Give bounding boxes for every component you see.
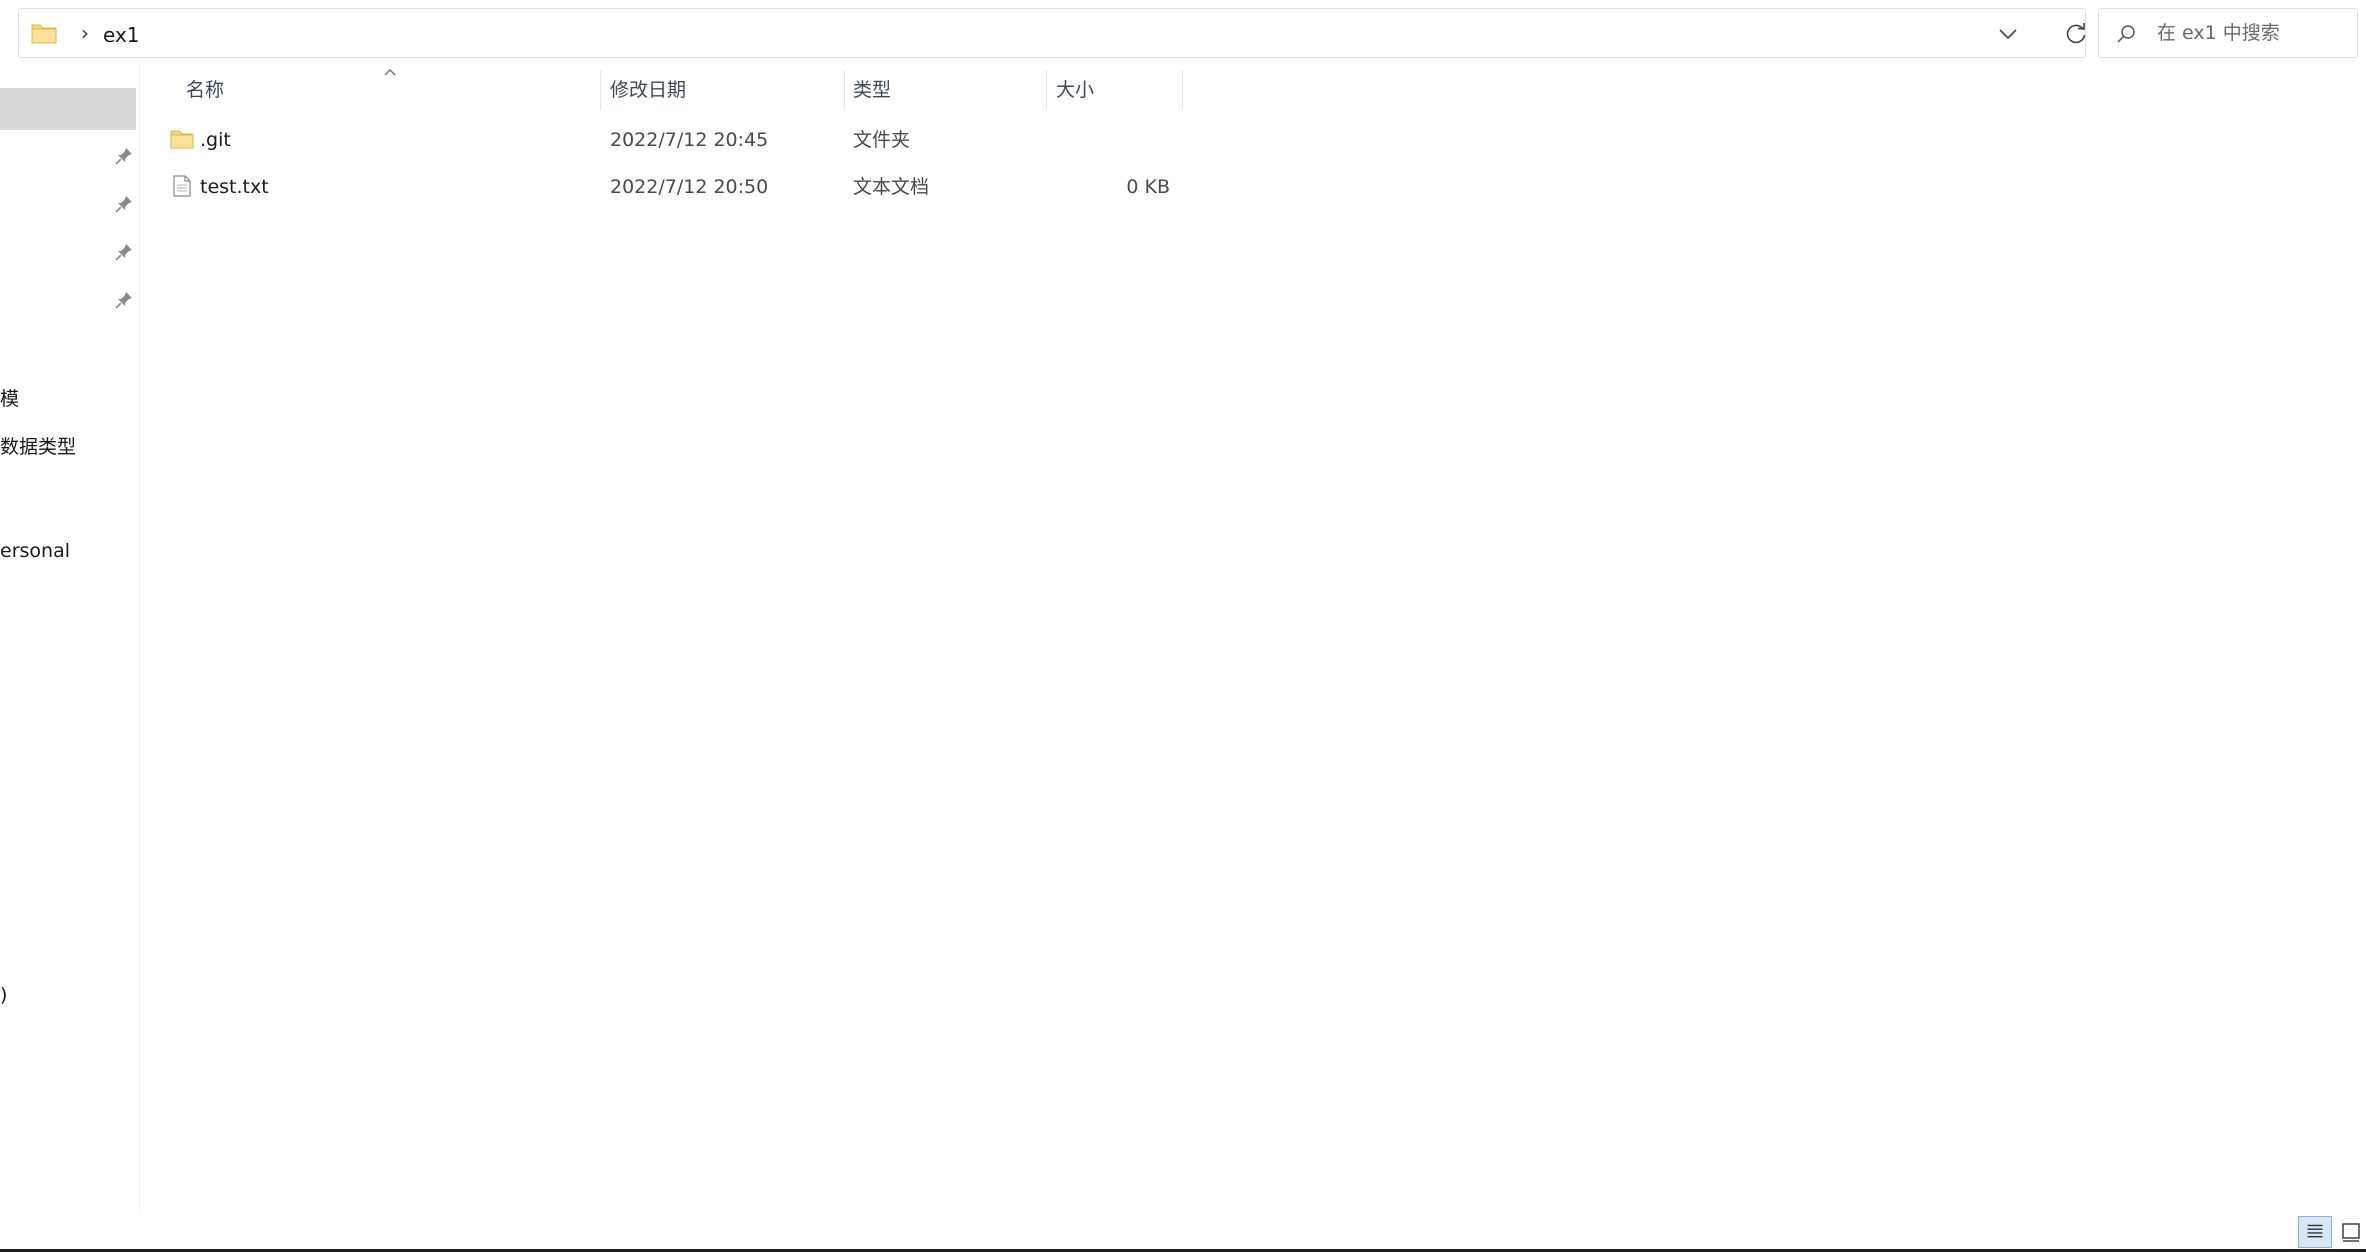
- column-header-modified[interactable]: 修改日期: [610, 66, 686, 114]
- folder-icon: [170, 130, 194, 149]
- details-view-icon: [2307, 1224, 2323, 1238]
- file-modified: 2022/7/12 20:50: [610, 176, 769, 198]
- details-view-button[interactable]: [2298, 1216, 2332, 1248]
- column-header-type[interactable]: 类型: [853, 66, 891, 114]
- folder-icon: [31, 24, 57, 44]
- column-divider[interactable]: [1182, 70, 1183, 110]
- nav-item-selected[interactable]: [0, 88, 136, 130]
- navigation-pane: 模 数据类型 ersonal ): [0, 64, 140, 1214]
- column-header-size[interactable]: 大小: [1056, 66, 1094, 114]
- search-input[interactable]: [2155, 17, 2351, 49]
- large-icons-view-button[interactable]: [2336, 1216, 2366, 1248]
- file-row[interactable]: test.txt 2022/7/12 20:50 文本文档 0 KB: [160, 165, 1180, 209]
- nav-item-label[interactable]: ersonal: [0, 540, 70, 562]
- pin-icon[interactable]: [114, 290, 134, 310]
- file-modified: 2022/7/12 20:45: [610, 129, 769, 151]
- chevron-down-icon[interactable]: [1997, 23, 2019, 45]
- sort-ascending-icon: [384, 69, 396, 76]
- text-file-icon: [173, 175, 191, 197]
- column-divider[interactable]: [1046, 70, 1047, 110]
- pin-icon[interactable]: [114, 242, 134, 262]
- file-name: test.txt: [200, 176, 269, 198]
- refresh-icon[interactable]: [2063, 21, 2089, 47]
- file-name: .git: [200, 129, 231, 151]
- top-bar: › ex1: [0, 0, 2366, 64]
- breadcrumb-item-ex1[interactable]: ex1: [103, 23, 140, 47]
- file-size: 0 KB: [1126, 176, 1170, 198]
- pin-icon[interactable]: [114, 146, 134, 166]
- column-divider[interactable]: [600, 70, 601, 110]
- breadcrumb-separator: ›: [81, 21, 89, 45]
- nav-item-label[interactable]: 模: [0, 384, 19, 411]
- file-type: 文件夹: [853, 129, 911, 151]
- nav-item-label[interactable]: 数据类型: [0, 432, 76, 459]
- address-bar[interactable]: › ex1: [18, 8, 2086, 58]
- file-row[interactable]: .git 2022/7/12 20:45 文件夹: [160, 118, 1180, 162]
- large-icons-view-icon: [2342, 1223, 2360, 1242]
- column-header-name[interactable]: 名称: [186, 66, 224, 114]
- file-type: 文本文档: [853, 176, 930, 198]
- nav-item-label[interactable]: ): [0, 984, 7, 1006]
- column-divider[interactable]: [844, 70, 845, 110]
- pin-icon[interactable]: [114, 194, 134, 214]
- search-box[interactable]: [2098, 8, 2358, 58]
- search-icon: [2117, 25, 2135, 43]
